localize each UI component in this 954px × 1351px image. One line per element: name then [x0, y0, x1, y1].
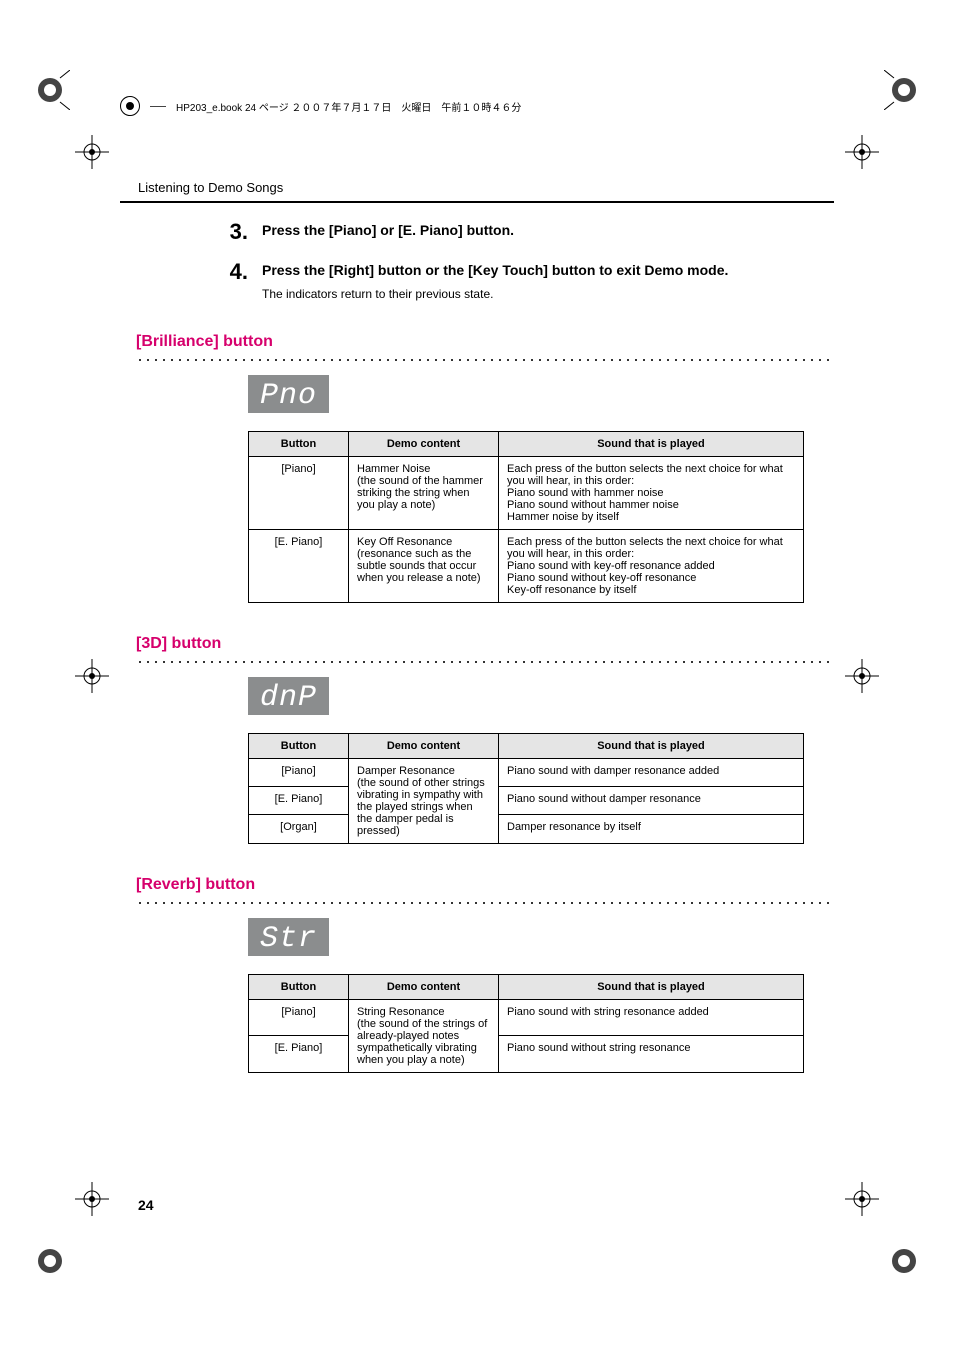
th-sound: Sound that is played	[499, 974, 804, 999]
cell-sound: Each press of the button selects the nex…	[499, 456, 804, 529]
running-head: Listening to Demo Songs	[138, 180, 834, 195]
register-mark-br	[884, 1241, 924, 1281]
step-4: 4. Press the [Right] button or the [Key …	[220, 261, 824, 301]
cropmark-mr	[845, 659, 879, 693]
cell-sound: Piano sound with string resonance added	[499, 999, 804, 1036]
step-number: 4.	[220, 261, 248, 301]
cell-button: [Organ]	[249, 815, 349, 843]
table-brilliance: Button Demo content Sound that is played…	[248, 431, 804, 603]
section-heading-brilliance: [Brilliance] button	[136, 333, 834, 351]
cell-sound: Piano sound without string resonance	[499, 1036, 804, 1073]
table-row: [E. Piano] Key Off Resonance(resonance s…	[249, 529, 804, 602]
th-sound: Sound that is played	[499, 733, 804, 758]
th-button: Button	[249, 431, 349, 456]
lcd-display-reverb: Str	[248, 918, 329, 956]
table-row: [Organ] Damper resonance by itself	[249, 815, 804, 843]
book-header-bar	[150, 106, 166, 107]
cell-demo: Damper Resonance(the sound of other stri…	[349, 758, 499, 843]
table-reverb: Button Demo content Sound that is played…	[248, 974, 804, 1073]
book-header-ring-icon	[120, 96, 140, 116]
cropmark-bl	[75, 1182, 109, 1216]
table-row: [Piano] Hammer Noise(the sound of the ha…	[249, 456, 804, 529]
register-mark-tr	[884, 70, 924, 110]
th-button: Button	[249, 974, 349, 999]
cell-sound: Each press of the button selects the nex…	[499, 529, 804, 602]
cropmark-ml	[75, 659, 109, 693]
cell-sound: Damper resonance by itself	[499, 815, 804, 843]
table-row: [E. Piano] Piano sound without damper re…	[249, 786, 804, 814]
lcd-display-3d: dnP	[248, 677, 329, 715]
section-heading-3d: [3D] button	[136, 635, 834, 653]
th-demo: Demo content	[349, 733, 499, 758]
cell-demo: Key Off Resonance(resonance such as the …	[349, 529, 499, 602]
cell-button: [E. Piano]	[249, 1036, 349, 1073]
cell-sound: Piano sound without damper resonance	[499, 786, 804, 814]
cell-button: [E. Piano]	[249, 529, 349, 602]
running-head-rule	[120, 201, 834, 203]
th-demo: Demo content	[349, 974, 499, 999]
lcd-display-brilliance: Pno	[248, 375, 329, 413]
cell-sound: Piano sound with damper resonance added	[499, 758, 804, 786]
page-number: 24	[138, 1197, 154, 1213]
step-heading: Press the [Piano] or [E. Piano] button.	[262, 221, 824, 241]
table-3d: Button Demo content Sound that is played…	[248, 733, 804, 844]
cell-button: [Piano]	[249, 456, 349, 529]
dotted-rule	[136, 900, 834, 904]
dotted-rule	[136, 357, 834, 361]
cell-button: [Piano]	[249, 758, 349, 786]
cell-demo: Hammer Noise(the sound of the hammer str…	[349, 456, 499, 529]
register-mark-bl	[30, 1241, 70, 1281]
book-header: HP203_e.book 24 ページ ２００７年７月１７日 火曜日 午前１０時…	[120, 96, 834, 116]
th-demo: Demo content	[349, 431, 499, 456]
cell-button: [Piano]	[249, 999, 349, 1036]
step-heading: Press the [Right] button or the [Key Tou…	[262, 261, 824, 281]
step-number: 3.	[220, 221, 248, 243]
cropmark-tl	[75, 135, 109, 169]
cell-demo: String Resonance(the sound of the string…	[349, 999, 499, 1072]
section-heading-reverb: [Reverb] button	[136, 876, 834, 894]
th-button: Button	[249, 733, 349, 758]
book-header-text: HP203_e.book 24 ページ ２００７年７月１７日 火曜日 午前１０時…	[176, 99, 521, 114]
dotted-rule	[136, 659, 834, 663]
step-3: 3. Press the [Piano] or [E. Piano] butto…	[220, 221, 824, 243]
th-sound: Sound that is played	[499, 431, 804, 456]
cropmark-br	[845, 1182, 879, 1216]
table-row: [Piano] Damper Resonance(the sound of ot…	[249, 758, 804, 786]
step-description: The indicators return to their previous …	[262, 287, 824, 301]
table-row: [E. Piano] Piano sound without string re…	[249, 1036, 804, 1073]
table-row: [Piano] String Resonance(the sound of th…	[249, 999, 804, 1036]
cell-button: [E. Piano]	[249, 786, 349, 814]
cropmark-tr	[845, 135, 879, 169]
register-mark-tl	[30, 70, 70, 110]
